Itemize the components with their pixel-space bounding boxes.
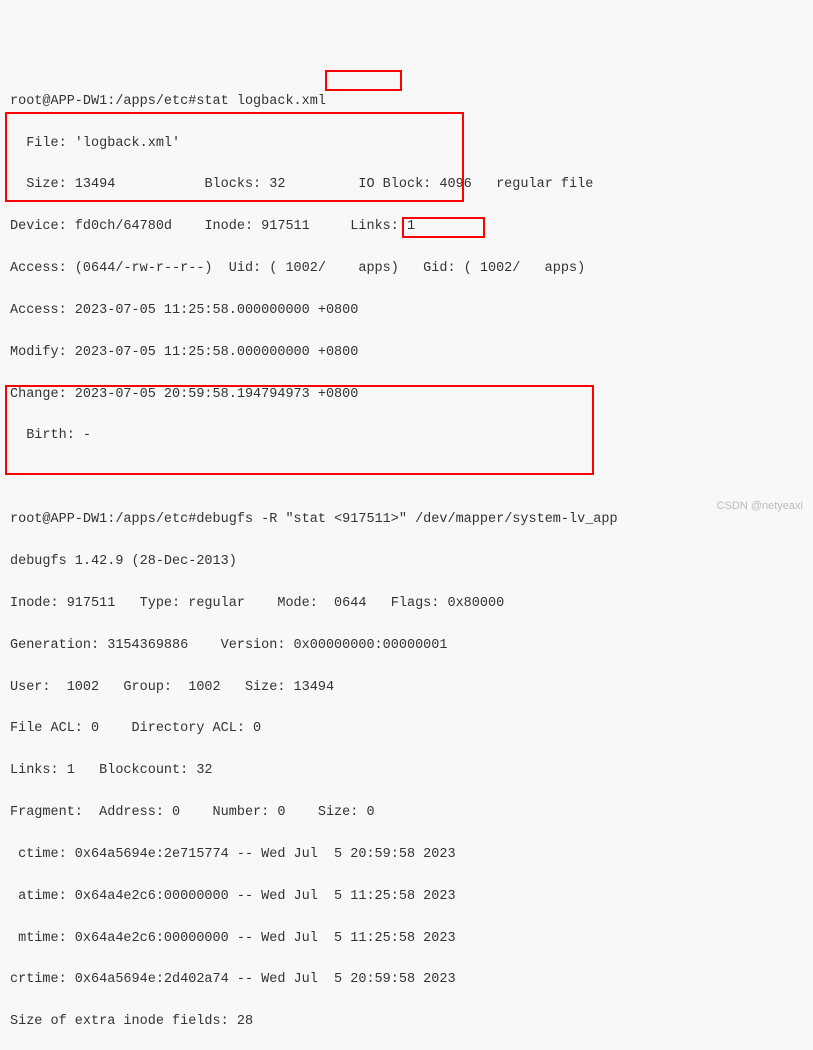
stat-device-part: Device: fd0ch/64780d Inode: <box>10 219 253 234</box>
stat-file-line: File: 'logback.xml' <box>10 134 803 155</box>
stat-access-perm-line: Access: (0644/-rw-r--r--) Uid: ( 1002/ a… <box>10 259 803 280</box>
debugfs-mtime-line: mtime: 0x64a4e2c6:00000000 -- Wed Jul 5 … <box>10 929 803 950</box>
watermark-text: CSDN @netyeaxi <box>717 498 803 515</box>
stat-size-blocks-line: Size: 13494 Blocks: 32 IO Block: 4096 re… <box>10 175 803 196</box>
stat-links-part: Links: 1 <box>318 219 415 234</box>
stat-command-line: root@APP-DW1:/apps/etc#stat logback.xml <box>10 92 803 113</box>
debugfs-ctime-line: ctime: 0x64a5694e:2e715774 -- Wed Jul 5 … <box>10 845 803 866</box>
debugfs-links-blockcount-line: Links: 1 Blockcount: 32 <box>10 761 803 782</box>
stat-device-inode-line: Device: fd0ch/64780d Inode: 917511 Links… <box>10 217 803 238</box>
debugfs-acl-line: File ACL: 0 Directory ACL: 0 <box>10 719 803 740</box>
blank-line <box>10 468 803 489</box>
stat-change-time-line: Change: 2023-07-05 20:59:58.194794973 +0… <box>10 385 803 406</box>
debugfs-extra-fields-line: Size of extra inode fields: 28 <box>10 1012 803 1033</box>
debugfs-inode-line: Inode: 917511 Type: regular Mode: 0644 F… <box>10 594 803 615</box>
debugfs-command-line: root@APP-DW1:/apps/etc#debugfs -R "stat … <box>10 510 803 531</box>
highlight-box-inode <box>325 70 402 91</box>
debugfs-crtime-line: crtime: 0x64a5694e:2d402a74 -- Wed Jul 5… <box>10 970 803 991</box>
debugfs-user-group-size-line: User: 1002 Group: 1002 Size: 13494 <box>10 678 803 699</box>
stat-access-time-line: Access: 2023-07-05 11:25:58.000000000 +0… <box>10 301 803 322</box>
debugfs-atime-line: atime: 0x64a4e2c6:00000000 -- Wed Jul 5 … <box>10 887 803 908</box>
stat-birth-line: Birth: - <box>10 426 803 447</box>
debugfs-version-line: debugfs 1.42.9 (28-Dec-2013) <box>10 552 803 573</box>
debugfs-fragment-line: Fragment: Address: 0 Number: 0 Size: 0 <box>10 803 803 824</box>
stat-inode-value: 917511 <box>253 219 318 234</box>
stat-modify-time-line: Modify: 2023-07-05 11:25:58.000000000 +0… <box>10 343 803 364</box>
debugfs-generation-line: Generation: 3154369886 Version: 0x000000… <box>10 636 803 657</box>
